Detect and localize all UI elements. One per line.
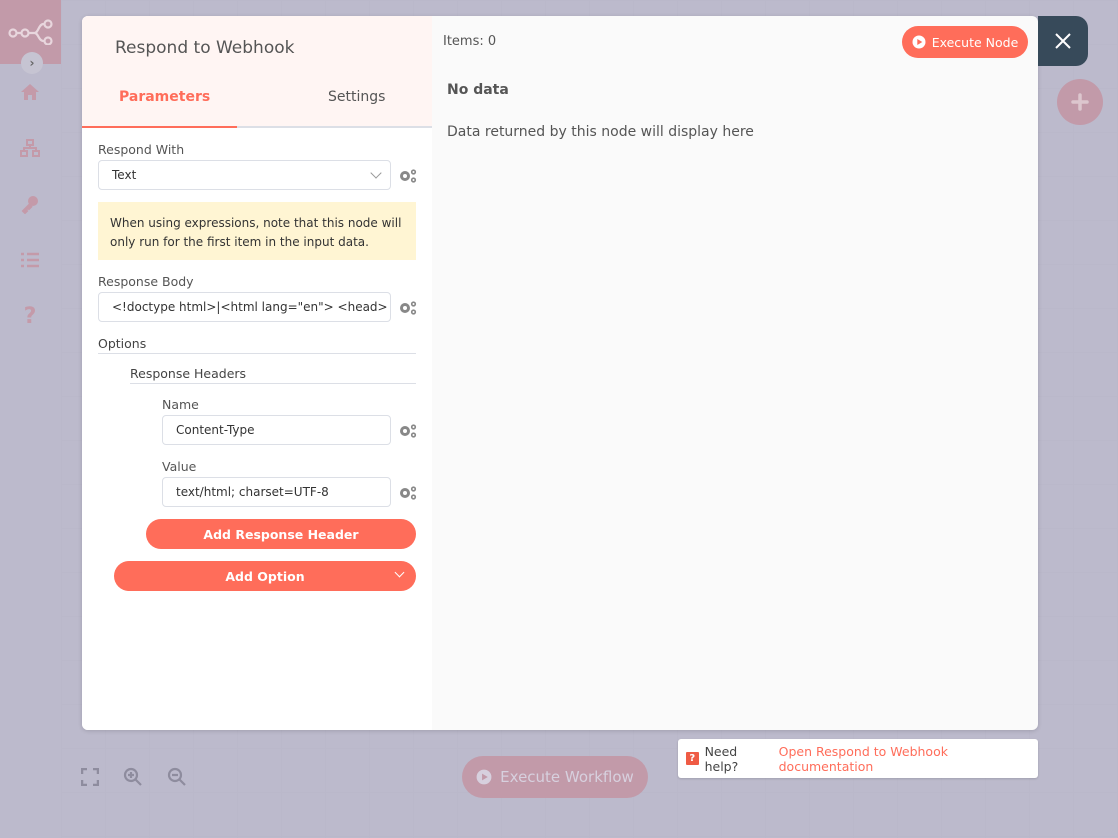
chevron-right-icon[interactable]: › — [21, 52, 43, 74]
add-option-button[interactable]: Add Option — [114, 561, 416, 591]
respond-with-select[interactable]: Text — [98, 160, 391, 190]
execute-node-button[interactable]: Execute Node — [902, 26, 1028, 58]
question-icon[interactable]: ? — [16, 302, 44, 330]
respond-with-label: Respond With — [98, 142, 185, 157]
node-title[interactable]: Respond to Webhook — [115, 38, 294, 58]
close-modal-button[interactable] — [1038, 16, 1088, 66]
parameter-options-gear-icon[interactable] — [398, 423, 418, 439]
header-value-value: text/html; charset=UTF-8 — [176, 485, 329, 499]
node-details-modal: Respond to Webhook Parameters Settings R… — [82, 16, 1038, 730]
network-icon[interactable] — [16, 134, 44, 162]
add-option-label: Add Option — [225, 568, 305, 584]
zoom-in-button[interactable] — [119, 763, 147, 791]
header-name-value: Content-Type — [176, 423, 255, 437]
parameter-options-gear-icon[interactable] — [398, 300, 418, 316]
key-icon[interactable] — [16, 190, 44, 218]
parameter-options-gear-icon[interactable] — [398, 485, 418, 501]
parameter-options-gear-icon[interactable] — [398, 168, 418, 184]
no-data-title: No data — [447, 82, 509, 98]
play-circle-icon — [476, 769, 492, 785]
execute-workflow-label: Execute Workflow — [500, 768, 634, 786]
zoom-in-icon — [123, 767, 142, 786]
modal-header: Respond to Webhook Parameters Settings — [82, 16, 432, 128]
sidebar: › ? — [0, 0, 61, 838]
no-data-description: Data returned by this node will display … — [447, 124, 754, 140]
question-icon: ? — [686, 752, 699, 765]
home-icon[interactable] — [16, 78, 44, 106]
response-body-value: <!doctype html>|<html lang="en"> <head> — [112, 300, 388, 314]
zoom-out-button[interactable] — [163, 763, 191, 791]
add-response-header-button[interactable]: Add Response Header — [146, 519, 416, 549]
respond-with-value: Text — [112, 168, 137, 182]
header-value-label: Value — [162, 459, 197, 474]
header-value-input[interactable]: text/html; charset=UTF-8 — [162, 477, 391, 507]
chevron-down-icon — [370, 167, 382, 179]
execute-node-label: Execute Node — [931, 34, 1019, 50]
header-name-input[interactable]: Content-Type — [162, 415, 391, 445]
zoom-out-icon — [167, 767, 186, 786]
execute-workflow-button[interactable]: Execute Workflow — [462, 756, 648, 798]
close-icon — [1055, 33, 1071, 49]
play-circle-icon — [912, 35, 926, 49]
parameters-panel: Respond to Webhook Parameters Settings R… — [82, 16, 432, 730]
items-count: Items: 0 — [443, 34, 497, 49]
active-tab-indicator — [82, 126, 237, 128]
fullscreen-icon — [81, 768, 99, 786]
documentation-link[interactable]: Open Respond to Webhook documentation — [779, 744, 1038, 774]
expressions-notice: When using expressions, note that this n… — [98, 202, 416, 260]
tasks-list-icon[interactable] — [16, 246, 44, 274]
help-box: ? Need help? Open Respond to Webhook doc… — [678, 739, 1038, 778]
tab-parameters[interactable]: Parameters — [119, 89, 210, 105]
chevron-down-icon — [394, 567, 405, 578]
response-headers-title: Response Headers — [130, 366, 416, 384]
tab-settings[interactable]: Settings — [328, 89, 385, 105]
header-name-label: Name — [162, 397, 199, 412]
plus-icon — [1071, 93, 1089, 111]
response-body-label: Response Body — [98, 274, 194, 289]
zoom-to-fit-button[interactable] — [76, 763, 104, 791]
output-panel: Items: 0 Execute Node No data Data retur… — [432, 16, 1038, 730]
help-prefix: Need help? — [704, 743, 739, 774]
response-body-input[interactable]: <!doctype html>|<html lang="en"> <head> — [98, 292, 391, 322]
options-section-title: Options — [98, 336, 416, 354]
add-node-button[interactable] — [1057, 79, 1103, 125]
